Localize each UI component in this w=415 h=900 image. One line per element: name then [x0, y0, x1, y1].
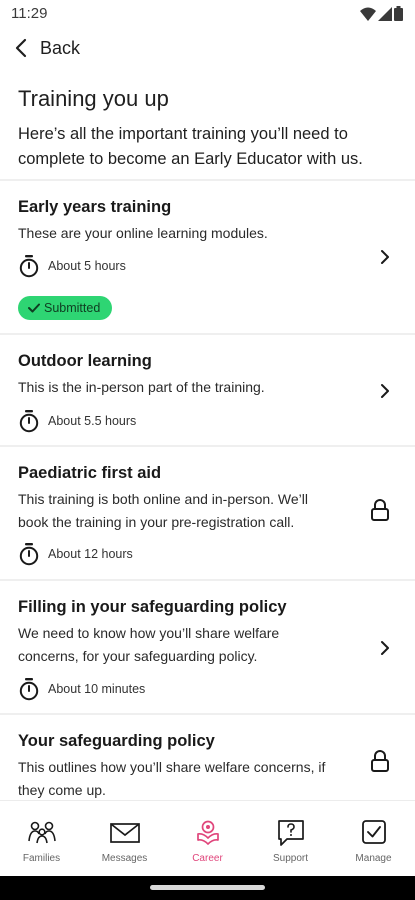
stopwatch-icon — [19, 678, 39, 701]
lock-icon — [371, 750, 389, 772]
duration-text: About 12 hours — [48, 547, 133, 561]
training-description: We need to know how you’ll share welfare… — [18, 625, 280, 664]
help-bubble-icon — [278, 820, 304, 846]
envelope-icon — [110, 823, 140, 843]
training-description: This is the in-person part of the traini… — [18, 379, 265, 395]
status-bar: 11:29 — [0, 0, 415, 28]
training-description: These are your online learning modules. — [18, 225, 268, 241]
nav-label: Manage — [355, 853, 392, 864]
training-card-paediatric-first-aid[interactable]: Paediatric first aid This training is bo… — [0, 447, 415, 579]
training-title: Your safeguarding policy — [18, 732, 215, 750]
nav-item-families[interactable]: Families — [0, 801, 83, 877]
lock-icon — [371, 499, 389, 521]
nav-item-manage[interactable]: Manage — [332, 801, 415, 877]
page-intro: Here’s all the important training you’ll… — [18, 125, 363, 168]
duration-text: About 10 minutes — [48, 682, 146, 696]
status-badge-label: Submitted — [44, 301, 101, 315]
training-duration: About 12 hours — [18, 542, 133, 566]
bottom-navigation: Families Messages Career Support Manage — [0, 800, 415, 877]
nav-label: Support — [272, 853, 309, 864]
status-icons — [360, 6, 403, 21]
training-duration: About 5 hours — [18, 254, 126, 278]
status-time: 11:29 — [11, 5, 48, 22]
training-card-safeguarding-filling[interactable]: Filling in your safeguarding policy We n… — [0, 581, 415, 713]
training-title: Early years training — [18, 198, 172, 216]
training-description: This outlines how you’ll share welfare c… — [18, 759, 326, 798]
wifi-icon — [360, 7, 376, 21]
nav-label: Career — [192, 853, 223, 864]
duration-text: About 5.5 hours — [48, 414, 137, 428]
training-card-outdoor-learning[interactable]: Outdoor learning This is the in-person p… — [0, 335, 415, 445]
nav-item-messages[interactable]: Messages — [83, 801, 166, 877]
chevron-right-icon — [381, 641, 389, 655]
training-card-safeguarding-policy[interactable]: Your safeguarding policy This outlines h… — [0, 715, 415, 800]
career-icon — [197, 820, 219, 845]
home-indicator[interactable] — [150, 885, 265, 890]
nav-item-support[interactable]: Support — [249, 801, 332, 877]
signal-icon — [378, 6, 392, 21]
families-icon — [28, 821, 56, 844]
chevron-right-icon — [381, 384, 389, 398]
checkbox-icon — [362, 820, 386, 844]
chevron-left-icon — [15, 38, 27, 58]
training-duration: About 5.5 hours — [18, 409, 136, 433]
battery-icon — [394, 6, 403, 21]
page-title: Training you up — [18, 86, 169, 111]
nav-item-career[interactable]: Career — [166, 801, 249, 877]
training-title: Paediatric first aid — [18, 464, 162, 482]
status-badge: Submitted — [18, 296, 113, 320]
nav-label: Messages — [101, 853, 148, 864]
training-duration: About 10 minutes — [18, 677, 145, 701]
duration-text: About 5 hours — [48, 259, 126, 273]
training-card-early-years[interactable]: Early years training These are your onli… — [0, 181, 415, 333]
stopwatch-icon — [19, 543, 39, 566]
chevron-right-icon — [381, 250, 389, 264]
back-label: Back — [40, 37, 81, 58]
back-button[interactable]: Back — [14, 34, 80, 62]
checkmark-icon — [28, 303, 40, 313]
stopwatch-icon — [19, 410, 39, 433]
nav-label: Families — [22, 853, 61, 864]
training-description: This training is both online and in-pers… — [18, 491, 309, 530]
training-title: Filling in your safeguarding policy — [18, 598, 287, 616]
stopwatch-icon — [19, 255, 39, 278]
training-title: Outdoor learning — [18, 352, 152, 370]
